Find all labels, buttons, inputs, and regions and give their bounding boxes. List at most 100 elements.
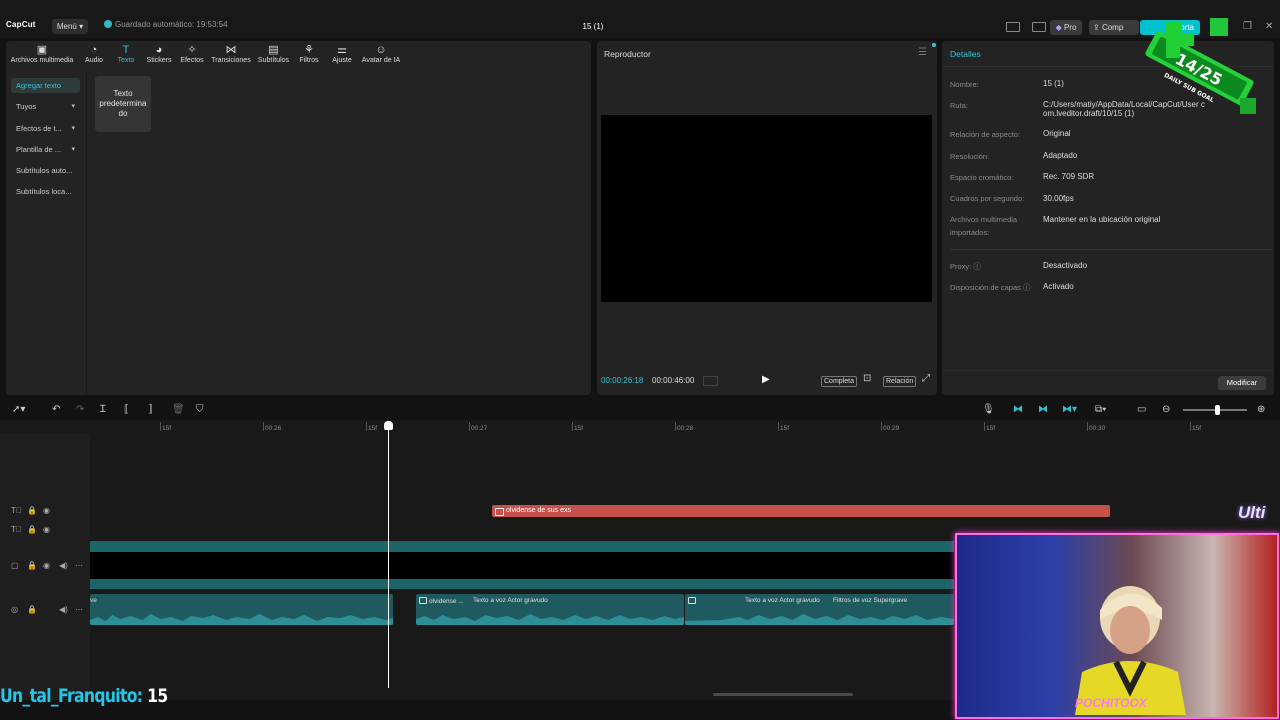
audio-clip[interactable]: olvidense ... Texto a voz Actor gravudo (416, 594, 684, 625)
select-tool-icon[interactable]: ➚▾ (12, 404, 25, 416)
sub-goal-badge: 14/25 DAILY SUB GOAL (1145, 18, 1256, 114)
sidebar-item-yours[interactable]: Tuyos ▾ (11, 99, 80, 114)
preview-axis-icon[interactable]: ⧓▾ (1062, 404, 1077, 416)
fullscreen-icon[interactable]: ⤢ (922, 374, 932, 384)
share-icon: ⇪ (1093, 23, 1100, 32)
timeline-scrollbar[interactable] (713, 693, 853, 696)
sticker-icon: ◕ (155, 44, 163, 56)
tool-media[interactable]: ▣ Archivos multimedia (8, 44, 76, 64)
sidebar-item-label: Efectos de t... (16, 124, 62, 133)
lock-icon[interactable]: 🔒 (27, 561, 37, 570)
text-icon: T (122, 44, 130, 56)
info-icon[interactable]: ⓘ (973, 262, 981, 271)
more-icon[interactable]: ⋯ (75, 561, 83, 570)
tool-label: Filtros (299, 57, 319, 64)
audio-clip[interactable]: Texto a voz Actor gravudo Filtros de voz… (685, 594, 954, 625)
sidebar-item-local-subtitles[interactable]: Subtítulos loca... (11, 184, 80, 199)
zoom-in-icon[interactable]: ⊕ (1257, 404, 1265, 416)
video-preview[interactable] (601, 115, 932, 302)
ruler-label: 15f (986, 425, 996, 432)
ruler-tick (675, 422, 676, 431)
undo-icon[interactable]: ↶ (52, 404, 60, 416)
video-clip[interactable] (90, 552, 954, 579)
block-icon (1210, 18, 1228, 36)
align-icon[interactable]: ⧉▾ (1095, 404, 1106, 416)
ratio-button[interactable]: Relación (883, 376, 917, 387)
play-icon[interactable]: ▶ (762, 374, 770, 385)
ruler-tick (263, 422, 264, 431)
block-icon (1240, 98, 1256, 114)
ruler-label: 00:30 (1089, 425, 1106, 432)
playhead[interactable] (388, 424, 389, 688)
eye-icon[interactable]: ◉ (43, 525, 50, 534)
sidebar-item-label: Tuyos (16, 102, 37, 111)
full-quality-button[interactable]: Completa (821, 376, 857, 387)
lock-icon[interactable]: 🔒 (27, 506, 37, 515)
tool-stickers[interactable]: ◕ Stickers (145, 44, 173, 64)
speaker-icon[interactable]: ◀) (59, 605, 68, 614)
sidebar-item-text-effects[interactable]: Efectos de t... ▾ (11, 121, 80, 136)
menu-icon[interactable]: ☰ (918, 47, 927, 58)
tool-effects[interactable]: ✧ Efectos (178, 44, 206, 64)
autosave-text: Guardado automático: 19:53:54 (115, 20, 228, 29)
tool-transitions[interactable]: ⋈ Transiciones (210, 44, 252, 64)
magnet-icon[interactable]: ⧓ (1013, 404, 1023, 416)
menu-label: Menú (56, 22, 77, 31)
speaker-icon[interactable]: ◀) (59, 561, 68, 570)
zoom-slider-handle[interactable] (1215, 405, 1220, 415)
tool-subtitles[interactable]: ▤ Subtítulos (256, 44, 291, 64)
split-left-icon[interactable]: ⟦ (124, 404, 129, 416)
diamond-icon: ◆ (1055, 23, 1062, 32)
playhead-handle[interactable] (384, 421, 393, 430)
sidebar-item-auto-subtitles[interactable]: Subtítulos auto... (11, 163, 80, 178)
tool-ai-avatar[interactable]: ☺ Avatar de IA (360, 44, 402, 64)
timecode-icon[interactable] (703, 376, 718, 386)
crop-icon[interactable]: ⊡ (863, 374, 873, 384)
microphone-icon[interactable]: 🎙 (982, 404, 995, 416)
transitions-icon: ⋈ (225, 44, 237, 56)
redo-icon[interactable]: ↷ (76, 404, 84, 416)
caption-icon[interactable]: ▭ (1137, 404, 1146, 416)
modify-button[interactable]: Modificar (1218, 376, 1266, 390)
text-clip[interactable]: olvidense de sus exs (492, 505, 1110, 517)
chevron-down-icon: ▾ (71, 146, 75, 153)
total-time: 00:00:46:00 (652, 376, 695, 385)
zoom-out-icon[interactable]: ⊖ (1162, 404, 1170, 416)
menu-button[interactable]: Menú ▾ (52, 19, 88, 34)
eye-icon[interactable]: ◉ (43, 561, 50, 570)
detail-value: Adaptado (1043, 151, 1078, 160)
tool-filters[interactable]: ⚘ Filtros (296, 44, 322, 64)
tool-label: Stickers (146, 57, 172, 64)
layout-icon[interactable] (1006, 22, 1020, 32)
marker-icon[interactable]: ⛉ (196, 404, 204, 416)
lock-icon[interactable]: 🔒 (27, 525, 37, 534)
tool-audio[interactable]: ◔ Audio (82, 44, 106, 64)
pro-button[interactable]: ◆ Pro (1050, 20, 1082, 35)
detail-label: Resolución: (950, 152, 990, 161)
sidebar-item-add-text[interactable]: Agregar texto (11, 78, 80, 93)
effect-track-bar[interactable] (90, 579, 954, 589)
tool-adjust[interactable]: ⚌ Ajuste (329, 44, 355, 64)
details-separator (950, 249, 1272, 250)
ruler-tick (1190, 422, 1191, 431)
time-ruler[interactable]: 15f 00:26 15f 00:27 15f 00:28 15f 00:29 … (90, 422, 1280, 434)
shortcut-icon[interactable] (1032, 22, 1046, 32)
effect-track-bar[interactable] (90, 541, 954, 552)
more-icon[interactable]: ⋯ (75, 605, 83, 614)
close-icon[interactable]: ✕ (1265, 21, 1273, 32)
split-right-icon[interactable]: ⟧ (148, 404, 153, 416)
lock-icon[interactable]: 🔒 (27, 605, 37, 614)
audio-clip[interactable]: ve (90, 594, 393, 625)
sidebar-item-templates[interactable]: Plantilla de ... ▾ (11, 142, 80, 157)
eye-icon[interactable]: ◉ (43, 506, 50, 515)
default-text-card[interactable]: Texto predetermina do (95, 76, 151, 132)
delete-icon[interactable]: 🗑 (172, 404, 185, 416)
tool-label: Texto (117, 57, 135, 64)
tool-text[interactable]: T Texto (114, 44, 138, 64)
split-icon[interactable]: Ɪ (100, 404, 106, 416)
detail-value: Rec. 709 SDR (1043, 172, 1095, 181)
info-icon[interactable]: ⓘ (1023, 283, 1031, 292)
pro-label: Pro (1063, 23, 1077, 32)
share-button[interactable]: ⇪ Comp (1089, 20, 1139, 35)
link-icon[interactable]: ⧓ (1038, 404, 1048, 416)
